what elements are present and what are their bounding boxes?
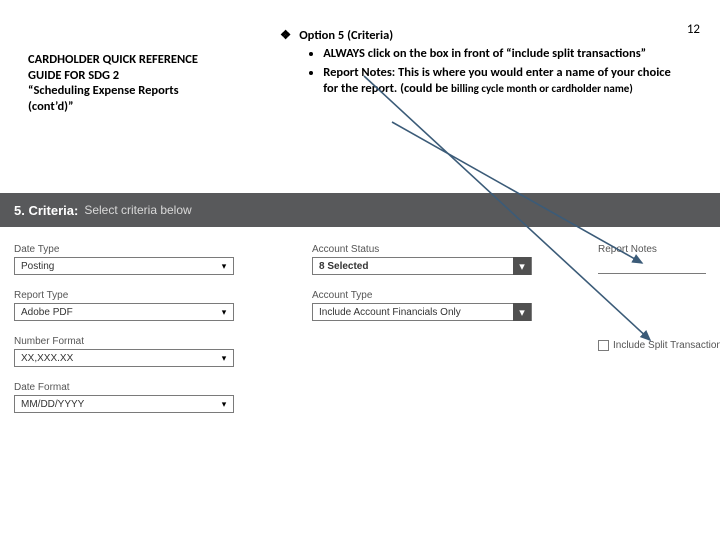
section-number: 5. Criteria: — [14, 203, 78, 218]
instruction-block: ❖ Option 5 (Criteria) ALWAYS click on th… — [280, 28, 680, 99]
account-status-label: Account Status — [312, 244, 532, 255]
sidebar-line: (cont’d)” — [28, 99, 248, 115]
chevron-down-icon: ▾ — [513, 257, 531, 275]
include-split-label: Include Split Transactions — [613, 340, 720, 351]
chevron-down-icon: ▾ — [217, 305, 231, 319]
chevron-down-icon: ▾ — [217, 259, 231, 273]
instruction-subnote: billing cycle month or cardholder name) — [451, 82, 633, 95]
sidebar-line: GUIDE FOR SDG 2 — [28, 68, 248, 84]
sidebar-line: CARDHOLDER QUICK REFERENCE — [28, 52, 248, 68]
account-status-select[interactable]: 8 Selected ▾ — [312, 257, 532, 275]
criteria-section-header: 5. Criteria: Select criteria below — [0, 193, 720, 227]
account-type-select[interactable]: Include Account Financials Only ▾ — [312, 303, 532, 321]
report-type-label: Report Type — [14, 290, 234, 301]
number-format-label: Number Format — [14, 336, 234, 347]
date-format-value: MM/DD/YYYY — [21, 399, 84, 410]
date-type-value: Posting — [21, 261, 54, 272]
include-split-checkbox[interactable] — [598, 340, 609, 351]
date-type-label: Date Type — [14, 244, 234, 255]
section-instruction: Select criteria below — [84, 203, 191, 217]
date-type-select[interactable]: Posting ▾ — [14, 257, 234, 275]
chevron-down-icon: ▾ — [217, 397, 231, 411]
chevron-down-icon: ▾ — [513, 303, 531, 321]
instruction-item: Report Notes: This is where you would en… — [323, 65, 680, 98]
date-format-select[interactable]: MM/DD/YYYY ▾ — [14, 395, 234, 413]
chevron-down-icon: ▾ — [217, 351, 231, 365]
option-5-heading: Option 5 (Criteria) — [299, 28, 680, 44]
page-number: 12 — [687, 22, 700, 37]
number-format-value: XX,XXX.XX — [21, 353, 73, 364]
report-type-select[interactable]: Adobe PDF ▾ — [14, 303, 234, 321]
account-type-value: Include Account Financials Only — [319, 307, 461, 318]
account-type-label: Account Type — [312, 290, 532, 301]
account-status-value: 8 Selected — [319, 261, 368, 272]
report-type-value: Adobe PDF — [21, 307, 73, 318]
instruction-item: ALWAYS click on the box in front of “inc… — [323, 46, 680, 62]
diamond-bullet-icon: ❖ — [280, 28, 291, 99]
report-notes-label: Report Notes — [598, 244, 706, 255]
sidebar-title: CARDHOLDER QUICK REFERENCE GUIDE FOR SDG… — [28, 52, 248, 115]
date-format-label: Date Format — [14, 382, 234, 393]
report-notes-input[interactable] — [598, 257, 706, 274]
sidebar-line: “Scheduling Expense Reports — [28, 83, 248, 99]
include-split-transactions[interactable]: Include Split Transactions — [598, 340, 720, 351]
number-format-select[interactable]: XX,XXX.XX ▾ — [14, 349, 234, 367]
